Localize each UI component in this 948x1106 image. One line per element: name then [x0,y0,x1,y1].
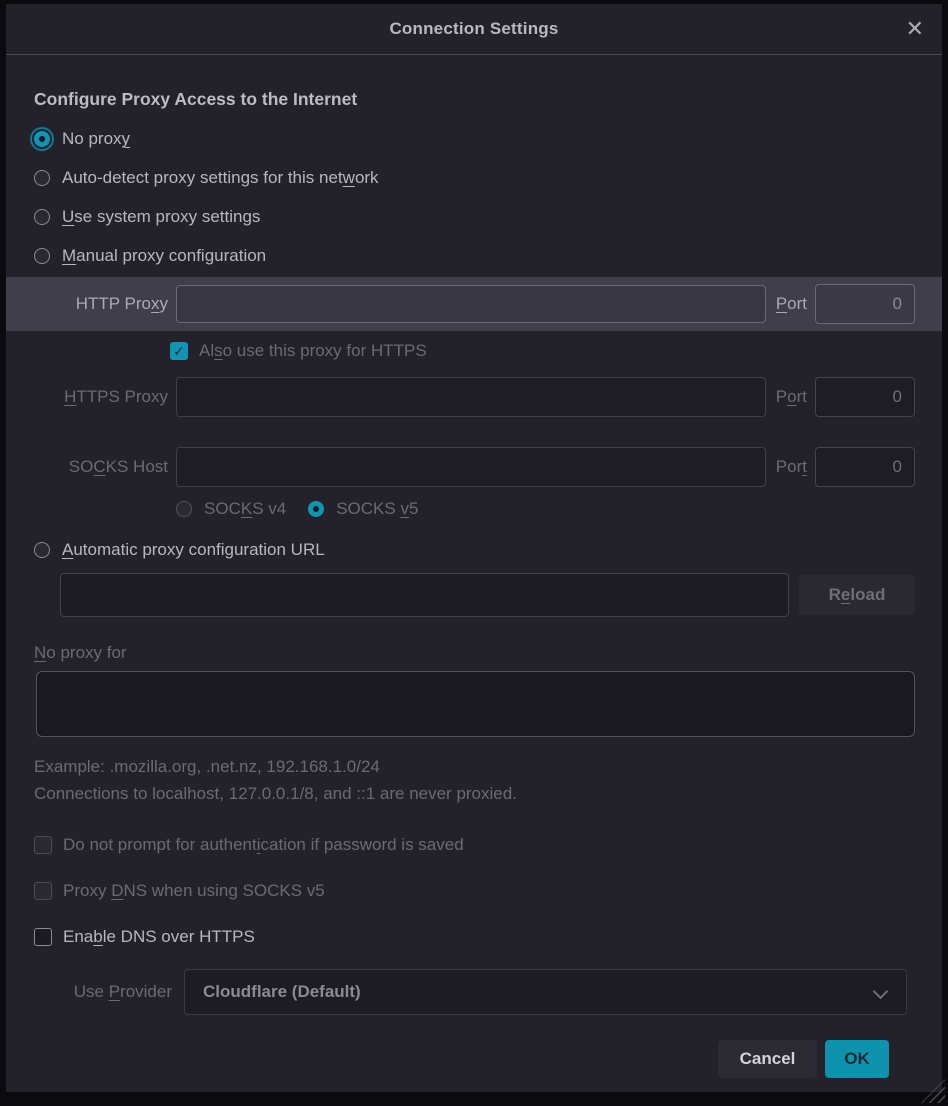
socks-version-row: SOCKS v4 SOCKS v5 [170,495,915,523]
provider-dropdown[interactable]: Cloudflare (Default) [184,969,907,1015]
https-proxy-label: HTTPS Proxy [28,387,168,407]
socks-port-label: Port [776,457,807,477]
proxy-dns-label: Proxy DNS when using SOCKS v5 [63,881,325,901]
proxy-dns-checkbox[interactable] [34,882,52,900]
hint-example: Example: .mozilla.org, .net.nz, 192.168.… [34,753,915,780]
no-prompt-row[interactable]: Do not prompt for authentication if pass… [34,831,915,859]
close-icon[interactable]: ✕ [906,18,924,40]
radio-auto-url-label: Automatic proxy configuration URL [62,540,325,560]
proxy-dns-row[interactable]: Proxy DNS when using SOCKS v5 [34,877,915,905]
radio-no-proxy[interactable] [34,131,50,147]
radio-system-proxy-label: Use system proxy settings [62,207,260,227]
doh-checkbox[interactable] [34,928,52,946]
radio-socks-v4-label: SOCKS v4 [204,499,286,519]
http-proxy-input[interactable] [176,285,766,323]
also-https-row[interactable]: ✓ Also use this proxy for HTTPS [170,337,915,365]
also-https-label: Also use this proxy for HTTPS [199,341,427,361]
no-prompt-label: Do not prompt for authentication if pass… [63,835,464,855]
page-title: Configure Proxy Access to the Internet [34,89,915,110]
https-proxy-input[interactable] [176,377,766,417]
provider-value: Cloudflare (Default) [203,982,361,1002]
http-proxy-row: HTTP Proxy Port [6,277,942,331]
http-port-label: Port [776,294,807,314]
http-port-input[interactable] [815,284,915,324]
window-frame: Connection Settings ✕ Configure Proxy Ac… [0,0,948,1106]
cancel-button[interactable]: Cancel [718,1040,817,1078]
radio-row-system-proxy[interactable]: Use system proxy settings [28,202,915,232]
hint-localhost: Connections to localhost, 127.0.0.1/8, a… [34,780,915,807]
radio-no-proxy-label: No proxy [62,129,130,149]
auto-url-row: Reload [60,573,915,617]
no-proxy-for-label: No proxy for [34,643,915,663]
auto-url-input[interactable] [60,573,789,617]
radio-auto-url[interactable] [34,542,50,558]
https-port-label: Port [776,387,807,407]
connection-settings-dialog: Connection Settings ✕ Configure Proxy Ac… [6,4,942,1092]
radio-auto-detect-label: Auto-detect proxy settings for this netw… [62,168,379,188]
dialog-title: Connection Settings [389,19,558,39]
radio-row-auto-detect[interactable]: Auto-detect proxy settings for this netw… [28,163,915,193]
socks-host-row: SOCKS Host Port [28,447,915,487]
provider-label: Use Provider [28,982,172,1002]
https-port-input[interactable] [815,377,915,417]
socks-host-label: SOCKS Host [28,457,168,477]
no-proxy-for-textarea[interactable] [36,671,915,737]
no-prompt-checkbox[interactable] [34,836,52,854]
radio-auto-detect[interactable] [34,170,50,186]
ok-button[interactable]: OK [825,1040,889,1078]
chevron-down-icon [873,984,889,1000]
radio-system-proxy[interactable] [34,209,50,225]
radio-row-no-proxy[interactable]: No proxy [28,124,915,154]
doh-row[interactable]: Enable DNS over HTTPS [34,923,915,951]
radio-socks-v5-label: SOCKS v5 [336,499,418,519]
radio-socks-v4[interactable] [176,501,192,517]
checkmark-icon: ✓ [173,343,185,360]
also-https-checkbox[interactable]: ✓ [170,342,188,360]
provider-row: Use Provider Cloudflare (Default) [28,969,915,1015]
dialog-content: Configure Proxy Access to the Internet N… [6,55,942,1092]
radio-manual-proxy-label: Manual proxy configuration [62,246,266,266]
radio-row-auto-url[interactable]: Automatic proxy configuration URL [28,535,915,565]
https-proxy-row: HTTPS Proxy Port [28,377,915,417]
doh-label: Enable DNS over HTTPS [63,927,255,947]
radio-manual-proxy[interactable] [34,248,50,264]
socks-port-input[interactable] [815,447,915,487]
http-proxy-label: HTTP Proxy [28,294,168,314]
radio-row-manual-proxy[interactable]: Manual proxy configuration [28,241,915,271]
radio-socks-v5[interactable] [308,501,324,517]
reload-button[interactable]: Reload [799,575,915,615]
footer: Cancel OK [28,1040,915,1078]
socks-host-input[interactable] [176,447,766,487]
titlebar: Connection Settings ✕ [6,4,942,55]
